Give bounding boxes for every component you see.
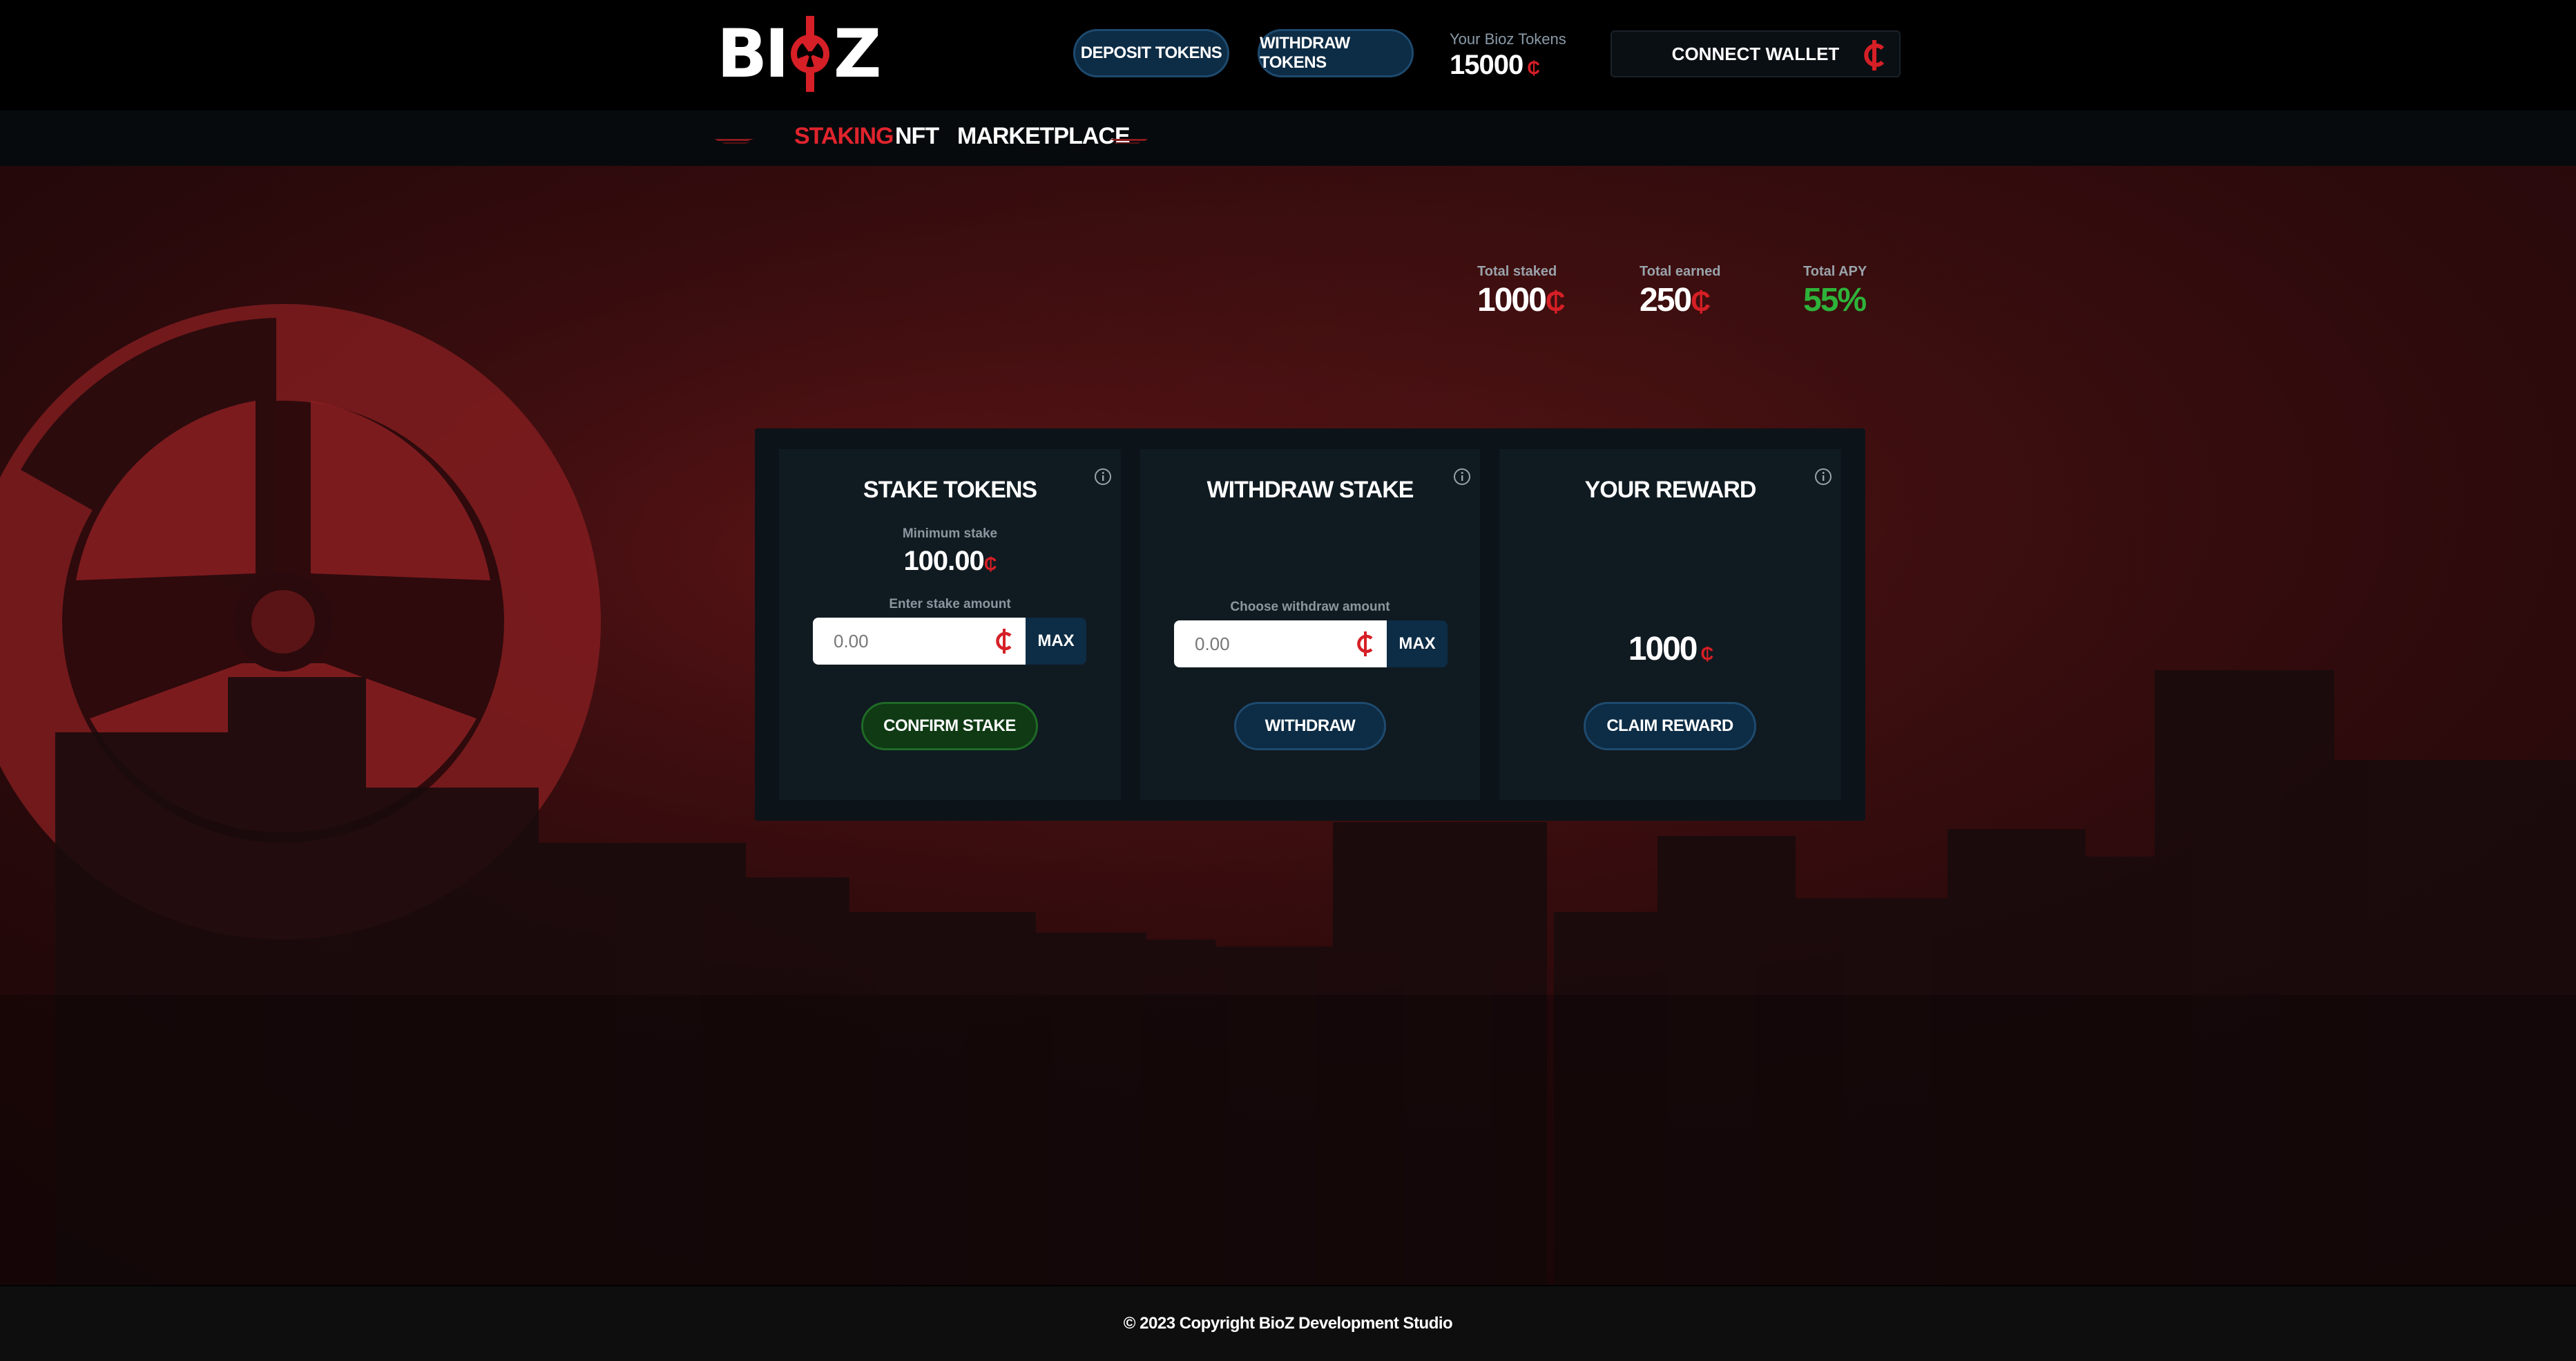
- nav-nft[interactable]: NFT: [895, 123, 939, 150]
- total-earned-stat: Total earned 250₵: [1640, 264, 1720, 319]
- enter-stake-label: Enter stake amount: [889, 597, 1011, 611]
- deposit-tokens-button[interactable]: DEPOSIT TOKENS: [1073, 29, 1229, 77]
- nav-staking[interactable]: STAKING: [794, 123, 894, 150]
- copyright-text: © 2023 Copyright BioZ Development Studio: [1123, 1314, 1453, 1333]
- connect-wallet-button[interactable]: CONNECT WALLET: [1611, 30, 1901, 77]
- total-staked-label: Total staked: [1477, 264, 1557, 279]
- confirm-stake-button[interactable]: CONFIRM STAKE: [861, 702, 1038, 750]
- claim-reward-button[interactable]: CLAIM REWARD: [1584, 702, 1756, 750]
- bioz-coin-icon: ₵: [1691, 287, 1711, 317]
- bioz-coin-icon: [996, 629, 1012, 654]
- nav-marketplace[interactable]: MARKETPLACE: [957, 123, 1131, 150]
- total-apy-stat: Total APY 55%: [1803, 264, 1867, 319]
- connect-wallet-label: CONNECT WALLET: [1671, 43, 1840, 64]
- your-reward-card: YOUR REWARD 1000 ₵ CLAIM REWARD: [1499, 449, 1841, 800]
- minimum-stake-value: 100.00₵: [903, 546, 997, 576]
- bioz-coin-icon: [1357, 631, 1373, 656]
- withdraw-button[interactable]: WITHDRAW: [1234, 702, 1386, 750]
- withdraw-amount-placeholder: 0.00: [1195, 633, 1230, 654]
- staking-panel: STAKE TOKENS Minimum stake 100.00₵ Enter…: [755, 428, 1865, 821]
- biohazard-icon: [789, 16, 831, 92]
- bioz-coin-icon: ₵: [983, 553, 997, 574]
- total-apy-label: Total APY: [1803, 264, 1867, 279]
- footer: © 2023 Copyright BioZ Development Studio: [0, 1286, 2576, 1361]
- stake-amount-placeholder: 0.00: [834, 630, 869, 651]
- reward-value: 1000 ₵: [1628, 631, 1714, 667]
- nav-decoration-left: [715, 139, 753, 144]
- total-earned-label: Total earned: [1640, 264, 1721, 279]
- stake-card-title: STAKE TOKENS: [863, 477, 1037, 503]
- reward-card-title: YOUR REWARD: [1584, 477, 1757, 503]
- total-apy-value: 55%: [1803, 282, 1867, 318]
- withdraw-tokens-button[interactable]: WITHDRAW TOKENS: [1258, 29, 1414, 77]
- total-earned-value: 250₵: [1640, 282, 1711, 318]
- stake-max-button[interactable]: MAX: [1026, 618, 1086, 665]
- stake-tokens-card: STAKE TOKENS Minimum stake 100.00₵ Enter…: [779, 449, 1121, 800]
- main-nav: STAKING NFT MARKETPLACE: [0, 111, 2576, 166]
- withdraw-card-title: WITHDRAW STAKE: [1207, 477, 1414, 503]
- minimum-stake-label: Minimum stake: [902, 526, 998, 541]
- info-icon[interactable]: [1452, 467, 1472, 486]
- info-icon[interactable]: [1814, 467, 1833, 486]
- token-balance: Your Bioz Tokens 15000 ₵: [1450, 30, 1566, 81]
- token-balance-label: Your Bioz Tokens: [1450, 30, 1566, 48]
- total-staked-value: 1000₵: [1477, 282, 1566, 318]
- top-header: BI Z DEPOSIT TOKENS WITHDRAW TOKENS Your…: [0, 0, 2576, 111]
- withdraw-max-button[interactable]: MAX: [1387, 620, 1448, 667]
- bioz-coin-icon: ₵: [1700, 643, 1714, 664]
- withdraw-stake-card: WITHDRAW STAKE Choose withdraw amount 0.…: [1140, 449, 1480, 800]
- stake-amount-input[interactable]: 0.00: [813, 618, 1026, 665]
- bioz-logo[interactable]: BI Z: [717, 14, 881, 94]
- info-icon[interactable]: [1093, 467, 1113, 486]
- nav-decoration-right: [1109, 139, 1148, 144]
- bioz-coin-icon: ₵: [1545, 287, 1566, 317]
- choose-withdraw-label: Choose withdraw amount: [1230, 600, 1390, 614]
- bioz-coin-icon: ₵: [1527, 57, 1540, 78]
- total-staked-stat: Total staked 1000₵: [1477, 264, 1566, 319]
- token-balance-value: 15000 ₵: [1450, 50, 1540, 80]
- bioz-coin-icon: [1864, 40, 1885, 70]
- withdraw-amount-input[interactable]: 0.00: [1174, 620, 1387, 667]
